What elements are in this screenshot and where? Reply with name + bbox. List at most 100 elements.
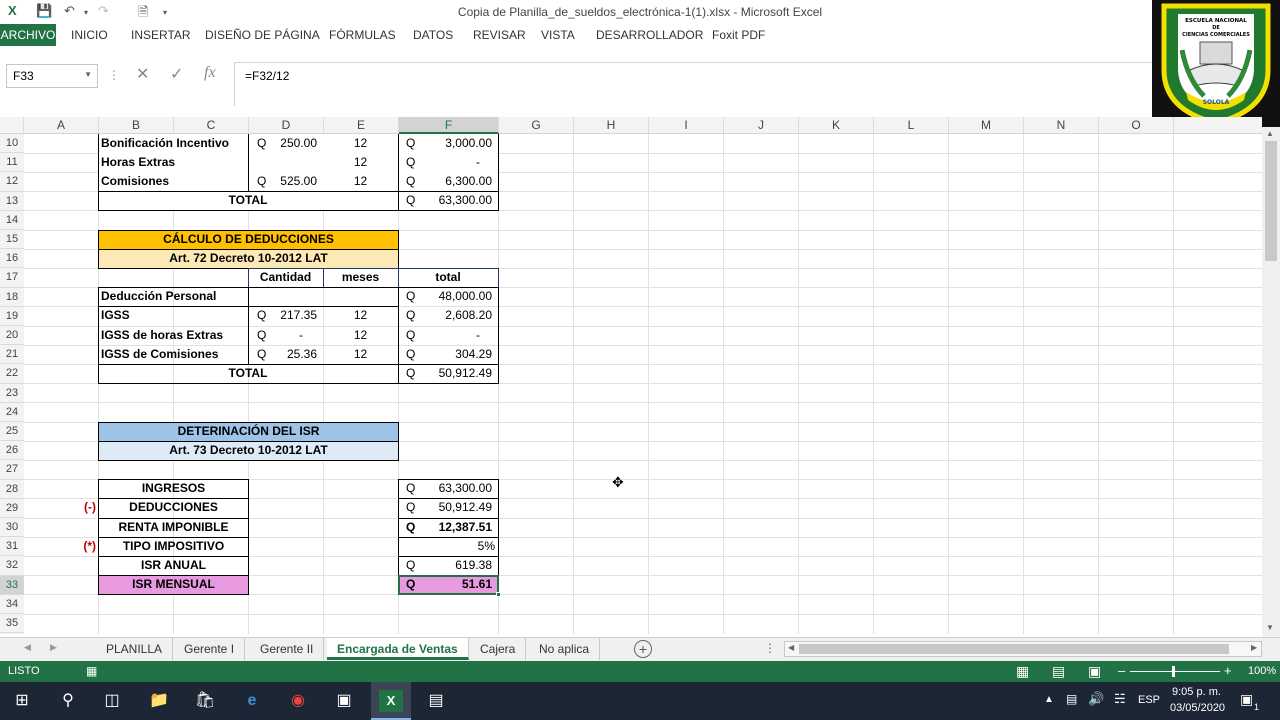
more-options-icon[interactable]: ⋮ bbox=[108, 68, 120, 82]
clock-date[interactable]: 03/05/2020 bbox=[1170, 702, 1225, 714]
worksheet-grid[interactable]: Bonificación Incentivo Q 250.00 12 Q 3,0… bbox=[24, 134, 1262, 634]
cell-e12[interactable]: 12 bbox=[323, 172, 398, 191]
cell-b18[interactable]: Deducción Personal bbox=[98, 287, 248, 306]
cell-f28[interactable]: 63,300.00 bbox=[398, 479, 498, 498]
horizontal-scrollbar[interactable]: ◀ ▶ bbox=[784, 641, 1262, 657]
cell-b11[interactable]: Horas Extras bbox=[98, 153, 248, 172]
cell-f20[interactable]: - bbox=[398, 326, 498, 345]
cell-f10[interactable]: 3,000.00 bbox=[398, 134, 498, 153]
header-cantidad[interactable]: Cantidad bbox=[248, 268, 323, 287]
tab-datos[interactable]: DATOS bbox=[413, 28, 453, 42]
volume-icon[interactable]: 🔊 bbox=[1088, 691, 1104, 707]
row-header[interactable]: 21 bbox=[0, 345, 24, 365]
tab-formulas[interactable]: FÓRMULAS bbox=[329, 28, 396, 42]
cell-d12[interactable]: 525.00 bbox=[248, 172, 323, 191]
zoom-in-icon[interactable]: + bbox=[1224, 663, 1232, 678]
sheet-tab-gerente-ii[interactable]: Gerente II bbox=[250, 638, 325, 660]
chevron-down-icon[interactable]: ▼ bbox=[84, 70, 92, 79]
sheet-tab-planilla[interactable]: PLANILLA bbox=[96, 638, 174, 660]
vertical-scrollbar[interactable]: ▲ ▼ bbox=[1262, 127, 1280, 637]
cell-f31[interactable]: 5% bbox=[398, 537, 498, 556]
cell-f18[interactable]: 48,000.00 bbox=[398, 287, 498, 306]
cell-total-ingresos-label[interactable]: TOTAL bbox=[98, 191, 398, 210]
scroll-up-icon[interactable]: ▲ bbox=[1266, 129, 1274, 138]
chrome-icon[interactable]: ◉ bbox=[286, 690, 310, 712]
select-all-corner[interactable] bbox=[0, 117, 24, 134]
cancel-icon[interactable]: ✕ bbox=[136, 64, 149, 84]
cell-f22[interactable]: 50,912.49 bbox=[398, 364, 498, 383]
cell-deducciones[interactable]: DEDUCCIONES bbox=[98, 498, 249, 517]
zoom-slider[interactable] bbox=[1130, 671, 1220, 672]
col-header-a[interactable]: A bbox=[24, 117, 99, 134]
cell-e21[interactable]: 12 bbox=[323, 345, 398, 364]
cell-f29[interactable]: 50,912.49 bbox=[398, 498, 498, 517]
row-header[interactable]: 22 bbox=[0, 364, 24, 384]
tab-revisar[interactable]: REVISAR bbox=[473, 28, 526, 42]
normal-view-icon[interactable]: ▦ bbox=[1016, 663, 1029, 680]
fill-handle[interactable] bbox=[496, 592, 501, 597]
store-icon[interactable]: 🛍 bbox=[193, 690, 217, 712]
next-sheet-icon[interactable]: ▶ bbox=[50, 642, 57, 653]
cell-a29-operator[interactable]: (-) bbox=[48, 498, 98, 517]
cell-a31-operator[interactable]: (*) bbox=[48, 537, 98, 556]
row-header[interactable]: 32 bbox=[0, 556, 24, 576]
tab-foxit-pdf[interactable]: Foxit PDF bbox=[712, 28, 765, 42]
row-header[interactable]: 35 bbox=[0, 614, 24, 634]
tab-diseno-pagina[interactable]: DISEÑO DE PÁGINA bbox=[205, 28, 320, 42]
col-header-b[interactable]: B bbox=[99, 117, 174, 134]
clock-time[interactable]: 9:05 p. m. bbox=[1172, 686, 1221, 698]
col-header-g[interactable]: G bbox=[499, 117, 574, 134]
insert-function-icon[interactable]: fx bbox=[204, 64, 216, 82]
zoom-out-icon[interactable]: – bbox=[1118, 663, 1125, 678]
name-box[interactable]: F33 ▼ bbox=[6, 64, 98, 88]
cell-f11[interactable]: - bbox=[398, 153, 498, 172]
cell-isr-anual[interactable]: ISR ANUAL bbox=[98, 556, 249, 575]
taskbar-excel-active[interactable]: X bbox=[371, 682, 411, 720]
cell-ingresos[interactable]: INGRESOS bbox=[98, 479, 249, 498]
cell-f30[interactable]: 12,387.51 bbox=[398, 518, 498, 537]
cell-b21[interactable]: IGSS de Comisiones bbox=[98, 345, 248, 364]
cell-f32[interactable]: 619.38 bbox=[398, 556, 498, 575]
language-indicator[interactable]: ESP bbox=[1138, 694, 1160, 706]
scroll-left-icon[interactable]: ◀ bbox=[788, 643, 794, 652]
add-sheet-icon[interactable]: + bbox=[634, 640, 652, 658]
horizontal-scroll-thumb[interactable] bbox=[799, 644, 1229, 654]
row-header[interactable]: 14 bbox=[0, 211, 24, 230]
tab-insertar[interactable]: INSERTAR bbox=[131, 28, 191, 42]
row-header[interactable]: 28 bbox=[0, 480, 24, 499]
row-header[interactable]: 10 bbox=[0, 134, 24, 154]
row-header[interactable]: 30 bbox=[0, 518, 24, 538]
row-header[interactable]: 13 bbox=[0, 192, 24, 211]
prev-sheet-icon[interactable]: ◀ bbox=[24, 642, 31, 653]
col-header-f[interactable]: F bbox=[399, 117, 499, 134]
more-options-icon[interactable]: ⋮ bbox=[764, 641, 776, 655]
row-header-selected[interactable]: 33 bbox=[0, 575, 24, 595]
vertical-scroll-thumb[interactable] bbox=[1265, 141, 1277, 261]
row-header[interactable]: 12 bbox=[0, 172, 24, 192]
wifi-icon[interactable]: ☵ bbox=[1114, 691, 1126, 707]
cell-f21[interactable]: 304.29 bbox=[398, 345, 498, 364]
cell-e11[interactable]: 12 bbox=[323, 153, 398, 172]
sheet-tab-gerente-i[interactable]: Gerente I bbox=[174, 638, 246, 660]
cell-e20[interactable]: 12 bbox=[323, 326, 398, 345]
row-header[interactable]: 11 bbox=[0, 153, 24, 173]
row-header[interactable]: 31 bbox=[0, 537, 24, 557]
tab-archivo[interactable]: ARCHIVO bbox=[0, 24, 56, 46]
col-header-d[interactable]: D bbox=[249, 117, 324, 134]
macro-record-icon[interactable]: ▦ bbox=[86, 664, 97, 678]
header-meses[interactable]: meses bbox=[323, 268, 398, 287]
row-header[interactable]: 19 bbox=[0, 307, 24, 326]
notifications-icon[interactable]: ▣ bbox=[1240, 691, 1253, 708]
col-header-c[interactable]: C bbox=[174, 117, 249, 134]
cell-f13[interactable]: 63,300.00 bbox=[398, 191, 498, 210]
sheet-tab-encargada-de-ventas[interactable]: Encargada de Ventas bbox=[327, 638, 469, 660]
col-header-k[interactable]: K bbox=[799, 117, 874, 134]
cell-d20[interactable]: - bbox=[248, 326, 323, 345]
cell-b20[interactable]: IGSS de horas Extras bbox=[98, 326, 248, 345]
row-header[interactable]: 17 bbox=[0, 268, 24, 288]
show-hidden-icons-icon[interactable]: ▲ bbox=[1044, 694, 1054, 705]
col-header-h[interactable]: H bbox=[574, 117, 649, 134]
edge-browser-icon[interactable]: e bbox=[240, 690, 264, 712]
col-header-o[interactable]: O bbox=[1099, 117, 1174, 134]
formula-input[interactable]: =F32/12 bbox=[234, 62, 1280, 106]
